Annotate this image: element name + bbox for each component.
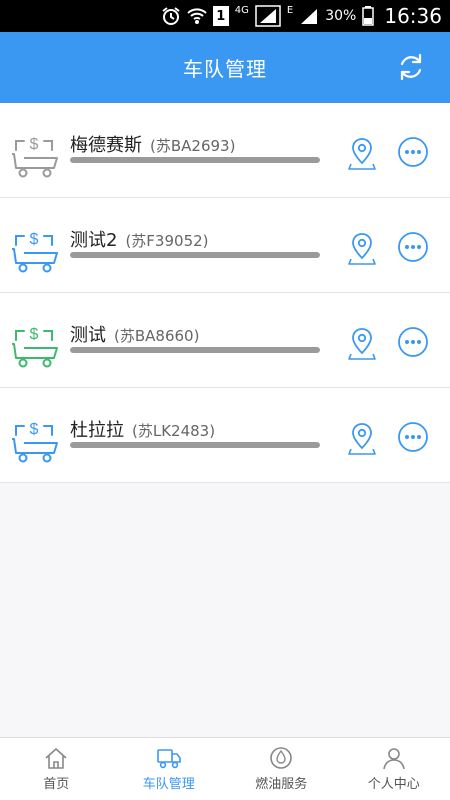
truck-cart-icon: $ <box>12 231 58 273</box>
svg-text:$: $ <box>30 421 39 438</box>
app-header: 车队管理 <box>0 32 450 103</box>
network-e-label: E <box>286 5 294 16</box>
sim-icon: 1 <box>212 6 229 26</box>
progress-fill <box>70 442 320 448</box>
vehicle-title: 杜拉拉 (苏LK2483) <box>70 416 215 442</box>
battery-icon <box>362 5 375 27</box>
progress-fill <box>70 157 320 163</box>
vehicle-row[interactable]: $ 测试2 (苏F39052) <box>0 198 450 293</box>
wifi-icon <box>187 5 207 27</box>
vehicle-plate: (苏LK2483) <box>132 422 216 440</box>
tab-label: 车队管理 <box>142 777 195 792</box>
page-title: 车队管理 <box>183 57 267 81</box>
signal-icon <box>299 5 319 27</box>
more-options-icon[interactable] <box>397 136 429 168</box>
battery-percent: 30% <box>325 8 357 24</box>
home-icon <box>45 748 67 769</box>
clock-time: 16:36 <box>384 4 442 28</box>
person-icon <box>382 748 405 770</box>
location-pin-icon[interactable] <box>348 326 376 360</box>
vehicle-plate: (苏BA8660) <box>114 327 200 345</box>
more-options-icon[interactable] <box>397 326 429 358</box>
fuel-drop-icon <box>270 747 293 769</box>
vehicle-progress-bar <box>70 347 320 353</box>
vehicle-progress-bar <box>70 442 320 448</box>
signal-icon <box>255 5 281 27</box>
vehicle-progress-bar <box>70 157 320 163</box>
truck-cart-icon: $ <box>12 326 58 368</box>
alarm-icon <box>161 5 181 27</box>
tab-fuel-service[interactable]: 燃油服务 <box>225 738 338 800</box>
location-pin-icon[interactable] <box>348 421 376 455</box>
tab-profile[interactable]: 个人中心 <box>338 738 450 800</box>
refresh-icon[interactable] <box>396 52 426 82</box>
vehicle-plate: (苏BA2693) <box>150 137 236 155</box>
svg-text:$: $ <box>30 136 39 153</box>
vehicle-title: 梅德赛斯 (苏BA2693) <box>70 131 235 157</box>
more-options-icon[interactable] <box>397 421 429 453</box>
bottom-tab-bar: 首页 车队管理 燃油服务 个人中心 <box>0 737 450 800</box>
progress-fill <box>70 252 320 258</box>
vehicle-title: 测试2 (苏F39052) <box>70 226 209 252</box>
tab-label: 燃油服务 <box>255 777 308 792</box>
location-pin-icon[interactable] <box>348 231 376 265</box>
svg-text:$: $ <box>30 326 39 343</box>
vehicle-title: 测试 (苏BA8660) <box>70 321 199 347</box>
vehicle-row[interactable]: $ 梅德赛斯 (苏BA2693) <box>0 103 450 198</box>
vehicle-progress-bar <box>70 252 320 258</box>
vehicle-row[interactable]: $ 测试 (苏BA8660) <box>0 293 450 388</box>
vehicle-list: $ 梅德赛斯 (苏BA2693) $ 测试2 (苏F39052) $ 测试 (苏… <box>0 103 450 483</box>
status-bar: 1 4G E 30% 16:36 <box>0 0 450 32</box>
vehicle-plate: (苏F39052) <box>125 232 209 250</box>
tab-fleet-management[interactable]: 车队管理 <box>113 738 226 800</box>
tab-label: 首页 <box>43 777 70 792</box>
truck-cart-icon: $ <box>12 421 58 463</box>
vehicle-row[interactable]: $ 杜拉拉 (苏LK2483) <box>0 388 450 483</box>
location-pin-icon[interactable] <box>348 136 376 170</box>
more-options-icon[interactable] <box>397 231 429 263</box>
svg-text:$: $ <box>30 231 39 248</box>
tab-home[interactable]: 首页 <box>0 738 113 800</box>
tab-label: 个人中心 <box>367 777 420 792</box>
progress-fill <box>70 347 320 353</box>
truck-cart-icon: $ <box>12 136 58 178</box>
network-4g-label: 4G <box>234 5 249 16</box>
vehicle-name: 测试2 <box>70 230 118 251</box>
vehicle-name: 梅德赛斯 <box>70 135 142 156</box>
vehicle-name: 测试 <box>70 325 106 346</box>
vehicle-name: 杜拉拉 <box>70 420 124 441</box>
truck-icon <box>156 749 181 769</box>
